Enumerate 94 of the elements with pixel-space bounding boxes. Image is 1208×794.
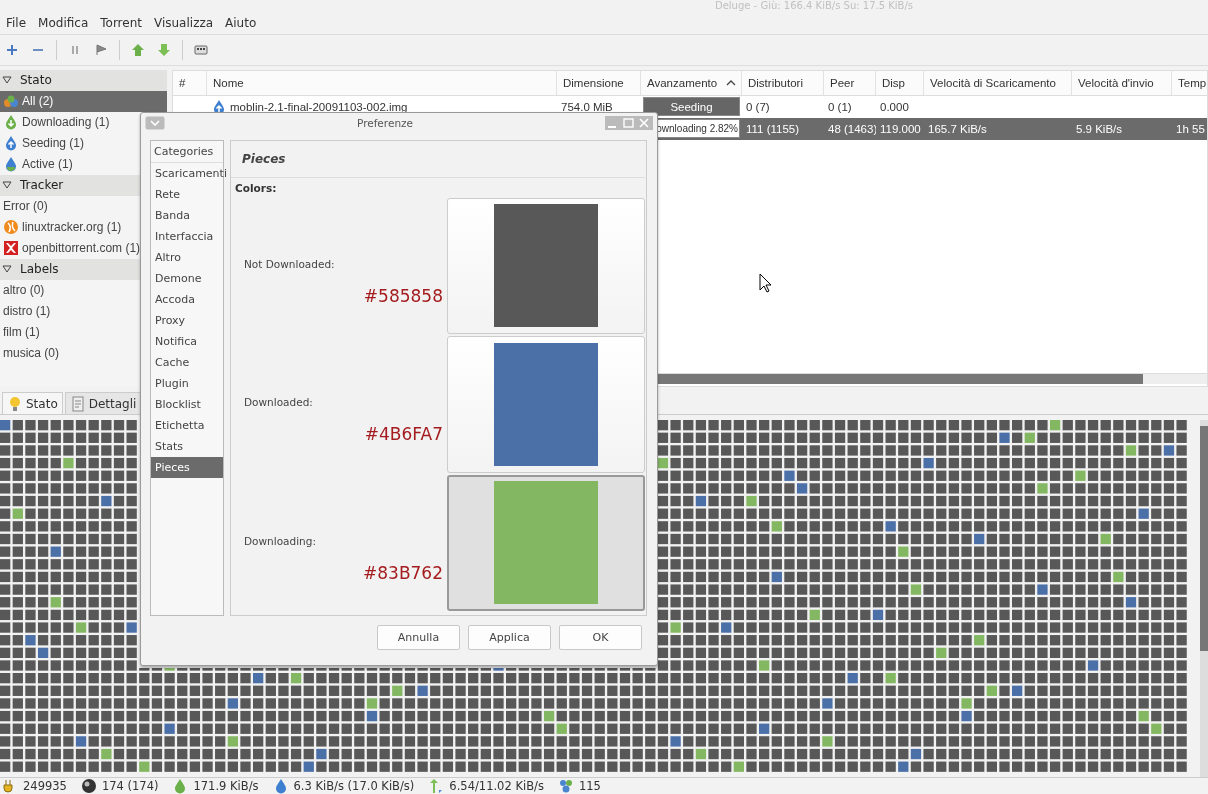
menu-item[interactable]: Modifica <box>32 12 95 33</box>
status-text: 115 <box>578 779 601 793</box>
category-item[interactable]: Blocklist <box>151 394 223 415</box>
color-picker-button[interactable] <box>447 197 645 335</box>
category-item[interactable]: Plugin <box>151 373 223 394</box>
drops-icon <box>3 93 19 110</box>
people-icon <box>557 778 574 794</box>
dialog-title: Preferenze <box>357 117 413 129</box>
table-cell: 119.000 <box>880 122 921 135</box>
category-item[interactable]: Accoda <box>151 289 223 310</box>
section-title: Stato <box>20 73 52 88</box>
scrollbar-thumb[interactable] <box>1200 426 1208 652</box>
color-label: Downloading: <box>244 534 316 547</box>
section-header[interactable]: Stato <box>0 69 167 91</box>
status-text: 6.3 KiB/s (17.0 KiB/s) <box>293 779 415 793</box>
section-label: Colors: <box>235 181 277 194</box>
item-label: Active (1) <box>22 157 73 172</box>
category-item[interactable]: Etichetta <box>151 415 223 436</box>
color-label: Downloaded: <box>244 396 313 409</box>
table-cell: 0 (7) <box>746 100 770 113</box>
color-label: Not Downloaded: <box>244 257 335 270</box>
expander-icon[interactable] <box>2 264 12 275</box>
color-picker-button[interactable] <box>447 474 645 611</box>
dialog-button[interactable]: Applica <box>468 625 551 650</box>
category-item[interactable]: Proxy <box>151 310 223 331</box>
table-cell: 165.7 KiB/s <box>928 122 987 135</box>
column-header[interactable]: # <box>173 70 207 95</box>
table-cell: 754.0 MiB <box>561 100 613 113</box>
page-title: Pieces <box>242 151 286 166</box>
section-title: Labels <box>20 262 59 277</box>
tab[interactable]: Dettagli <box>64 392 142 415</box>
status-text: 171.9 KiB/s <box>193 779 259 793</box>
table-cell: 0.000 <box>880 100 909 113</box>
progress-bar: Seeding <box>643 97 740 117</box>
dialog-button[interactable]: Annulla <box>377 625 460 650</box>
column-header[interactable]: Temp <box>1172 70 1207 95</box>
item-label: linuxtracker.org (1) <box>22 220 122 235</box>
upload-drop-icon <box>3 135 19 152</box>
expander-icon[interactable] <box>2 75 12 86</box>
globe-icon <box>3 219 19 236</box>
menu-item[interactable]: File <box>0 12 33 33</box>
column-header[interactable]: Distributori <box>742 70 824 95</box>
menu-item[interactable]: Visualizza <box>147 12 220 33</box>
cursor-icon <box>759 273 771 293</box>
category-item[interactable]: Cache <box>151 352 223 373</box>
sidebar-item[interactable]: All (2) <box>0 90 167 112</box>
color-picker-button[interactable] <box>447 336 645 473</box>
category-item[interactable]: Notifica <box>151 331 223 352</box>
column-header[interactable]: Disp <box>876 70 924 95</box>
table-cell: 1h 55 <box>1176 122 1205 135</box>
column-header[interactable]: Peer <box>824 70 876 95</box>
tracker-icon <box>3 240 19 257</box>
item-label: openbittorrent.com (1) <box>22 241 141 256</box>
menu-item[interactable]: Aiuto <box>219 12 263 33</box>
category-item[interactable]: Stats <box>151 436 223 457</box>
category-item[interactable]: Pieces <box>151 457 223 478</box>
column-header[interactable]: Velocità di Scaricamento <box>924 70 1072 95</box>
sidebar-item[interactable]: Downloading (1) <box>0 111 167 133</box>
hex-code: #83B762 <box>363 562 443 583</box>
column-header[interactable]: Nome <box>207 70 557 95</box>
sphere-icon <box>80 778 97 794</box>
column-header[interactable]: Dimensione <box>557 70 641 95</box>
scrollbar-thumb[interactable] <box>657 373 1143 384</box>
window-menu-button[interactable] <box>145 116 165 130</box>
item-label: Seeding (1) <box>22 136 85 151</box>
status-text: 249935 <box>23 779 67 793</box>
table-cell: 111 (1155) <box>746 122 800 135</box>
column-header[interactable]: Velocità d'invio <box>1072 70 1172 95</box>
category-item[interactable]: Interfaccia <box>151 226 223 247</box>
table-cell: 48 (1463) <box>828 122 876 135</box>
download-drop-icon <box>3 114 19 131</box>
table-cell: moblin-2.1-final-20091103-002.img <box>230 100 408 113</box>
document-icon <box>69 395 86 412</box>
lightbulb-icon <box>7 395 23 412</box>
menu-item[interactable]: Torrent <box>94 12 148 33</box>
section-title: Tracker <box>20 178 64 193</box>
hex-code: #4B6FA7 <box>364 424 443 445</box>
up-arrow-icon[interactable] <box>130 41 146 58</box>
list-header: Categories <box>151 141 223 163</box>
category-item[interactable]: Banda <box>151 205 223 226</box>
table-cell: 5.9 KiB/s <box>1076 122 1123 135</box>
window-controls-icon[interactable] <box>605 116 653 130</box>
item-label: All (2) <box>22 94 54 109</box>
column-header[interactable]: Avanzamento <box>641 70 742 95</box>
table-cell: 0 (1) <box>828 100 852 113</box>
tab[interactable]: Stato <box>2 392 63 415</box>
drop-icon <box>3 156 19 173</box>
dialog-button[interactable]: OK <box>559 625 642 650</box>
expander-icon[interactable] <box>2 180 12 191</box>
item-label: Downloading (1) <box>22 115 110 130</box>
hex-code: #585858 <box>363 285 443 306</box>
down-arrow-icon[interactable] <box>156 41 172 58</box>
status-text: 6.54/11.02 KiB/s <box>449 779 544 793</box>
status-text: 174 (174) <box>101 779 159 793</box>
